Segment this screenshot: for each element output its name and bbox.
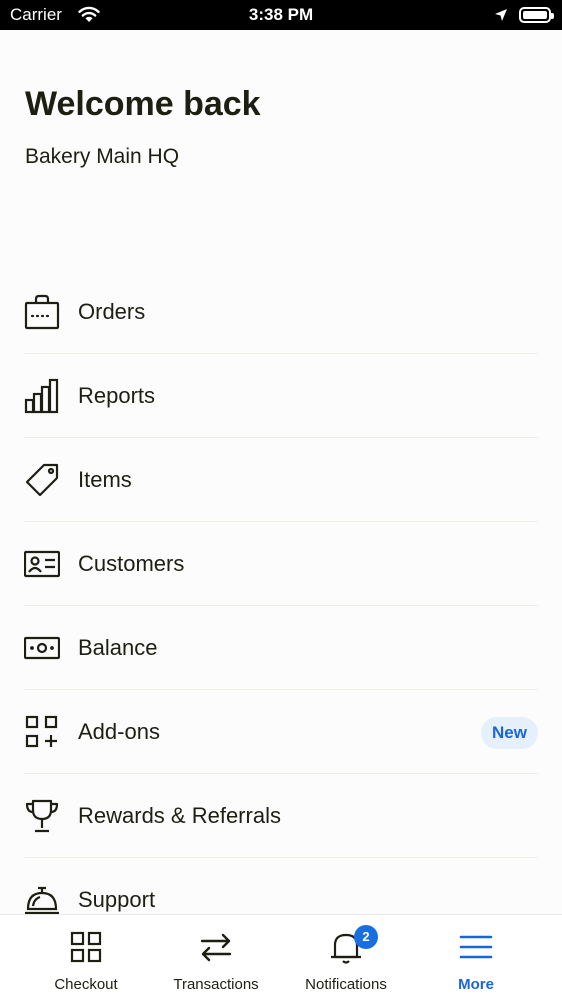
tab-checkout[interactable]: Checkout xyxy=(16,915,156,999)
tab-more[interactable]: More xyxy=(406,915,546,999)
menu-item-items[interactable]: Items xyxy=(24,438,538,522)
transfer-arrows-icon xyxy=(198,929,234,965)
tab-transactions[interactable]: Transactions xyxy=(146,915,286,999)
tab-bar: Checkout Transactions 2 Notifications Mo xyxy=(0,914,562,999)
tab-label: Checkout xyxy=(54,976,118,993)
menu-item-customers[interactable]: Customers xyxy=(24,522,538,606)
menu-item-add-ons[interactable]: Add-ons New xyxy=(24,690,538,774)
menu-item-label: Items xyxy=(78,466,132,492)
tag-icon xyxy=(24,462,60,498)
contact-card-icon xyxy=(24,546,60,582)
menu-item-reports[interactable]: Reports xyxy=(24,354,538,438)
status-time: 3:38 PM xyxy=(248,5,314,24)
tab-notifications[interactable]: 2 Notifications xyxy=(276,915,416,999)
menu-item-label: Add-ons xyxy=(78,718,160,744)
menu-item-label: Rewards & Referrals xyxy=(78,802,281,828)
menu-item-label: Reports xyxy=(78,382,156,408)
more-menu: Orders Reports Items Customers Balance A… xyxy=(0,270,562,914)
tab-label: Notifications xyxy=(305,976,387,993)
add-grid-icon xyxy=(24,714,60,750)
trophy-icon xyxy=(24,798,60,834)
menu-item-label: Customers xyxy=(78,550,185,576)
cash-icon xyxy=(24,630,60,666)
menu-item-label: Support xyxy=(78,886,156,912)
service-bell-icon xyxy=(24,882,60,915)
location-arrow-icon xyxy=(494,8,508,27)
tab-label: More xyxy=(458,976,494,993)
battery-icon xyxy=(519,7,554,23)
notification-count-badge: 2 xyxy=(354,925,378,949)
business-location: Bakery Main HQ xyxy=(25,145,180,168)
shopping-bag-icon xyxy=(24,294,60,330)
status-bar: Carrier 3:38 PM xyxy=(0,0,562,30)
tab-label: Transactions xyxy=(173,976,259,993)
page-title: Welcome back xyxy=(25,85,261,123)
menu-item-label: Balance xyxy=(78,634,158,660)
bar-chart-icon xyxy=(24,378,60,414)
new-badge: New xyxy=(481,717,538,749)
menu-item-label: Orders xyxy=(78,298,146,324)
menu-item-rewards-referrals[interactable]: Rewards & Referrals xyxy=(24,774,538,858)
grid-icon xyxy=(68,929,104,965)
menu-item-support[interactable]: Support xyxy=(24,858,538,914)
menu-item-balance[interactable]: Balance xyxy=(24,606,538,690)
main-content: Welcome back Bakery Main HQ Orders Repor… xyxy=(0,30,562,914)
menu-item-orders[interactable]: Orders xyxy=(24,270,538,354)
hamburger-icon xyxy=(458,929,494,965)
